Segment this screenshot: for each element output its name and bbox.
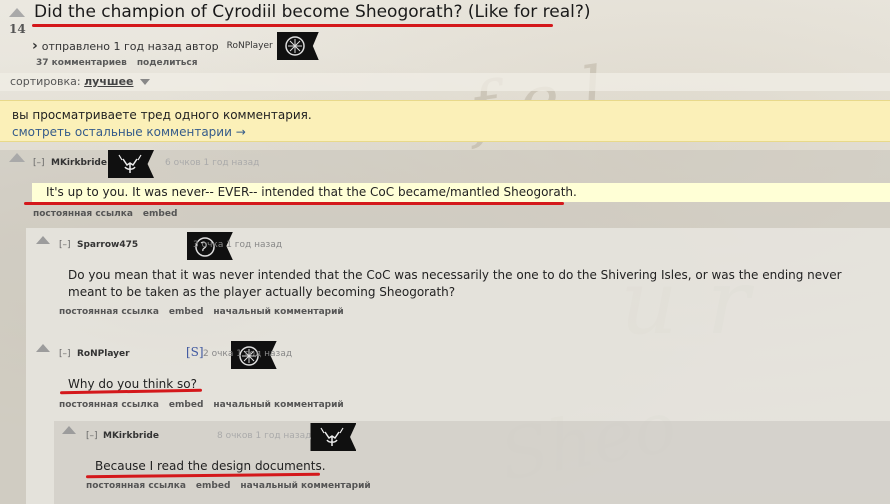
permalink[interactable]: постоянная ссылка xyxy=(33,209,133,219)
comment-author[interactable]: MKirkbride xyxy=(51,158,107,168)
author-flair-icon xyxy=(310,423,357,451)
embed-link[interactable]: embed xyxy=(169,307,203,317)
collapse-toggle[interactable]: [–] xyxy=(33,158,45,168)
red-underline xyxy=(32,24,553,27)
collapse-toggle[interactable]: [–] xyxy=(59,240,71,250)
expand-chevron-icon[interactable]: › xyxy=(32,38,38,54)
parent-comment-link[interactable]: начальный комментарий xyxy=(240,481,370,491)
post-score: 14 xyxy=(9,22,26,36)
comment-meta: 3 очка 1 год назад xyxy=(193,240,283,250)
comment-author[interactable]: MKirkbride xyxy=(103,431,159,441)
upvote-arrow-icon[interactable] xyxy=(9,8,25,17)
parent-comment-link[interactable]: начальный комментарий xyxy=(213,307,343,317)
post-author[interactable]: RoNPlayer xyxy=(227,41,273,51)
post-tagline: › отправлено 1 год назад автор RoNPlayer xyxy=(32,32,319,60)
permalink[interactable]: постоянная ссылка xyxy=(59,307,159,317)
submitter-tag[interactable]: [S] xyxy=(186,345,204,359)
red-underline xyxy=(24,202,564,205)
author-flair-icon xyxy=(276,32,319,60)
view-all-comments-link[interactable]: смотреть остальные комментарии → xyxy=(12,125,246,139)
permalink[interactable]: постоянная ссылка xyxy=(59,400,159,410)
upvote-arrow-icon[interactable] xyxy=(36,344,50,352)
upvote-arrow-icon[interactable] xyxy=(36,236,50,244)
comment-author[interactable]: Sparrow475 xyxy=(77,240,138,250)
collapse-toggle[interactable]: [–] xyxy=(86,431,98,441)
comment-body: It's up to you. It was never-- EVER-- in… xyxy=(46,185,577,199)
sort-bar: сортировка: лучшее xyxy=(0,73,890,91)
permalink[interactable]: постоянная ссылка xyxy=(86,481,186,491)
notice-text: вы просматриваете тред одного комментари… xyxy=(12,108,312,122)
comment-meta: 6 очков 1 год назад xyxy=(165,158,260,168)
submitted-text: отправлено 1 год назад автор xyxy=(41,39,219,53)
upvote-arrow-icon[interactable] xyxy=(62,426,76,434)
collapse-toggle[interactable]: [–] xyxy=(59,349,71,359)
embed-link[interactable]: embed xyxy=(143,209,177,219)
post-links: 37 комментариев поделиться xyxy=(36,58,198,68)
embed-link[interactable]: embed xyxy=(196,481,230,491)
share-link[interactable]: поделиться xyxy=(137,58,198,68)
upvote-arrow-icon[interactable] xyxy=(9,153,25,162)
comment-meta: 2 очка 1 год назад xyxy=(203,349,293,359)
embed-link[interactable]: embed xyxy=(169,400,203,410)
comment-links: постоянная ссылка embed начальный коммен… xyxy=(59,307,344,317)
author-flair-icon xyxy=(108,150,154,178)
sort-label: сортировка: xyxy=(10,75,81,88)
comment-author[interactable]: RoNPlayer xyxy=(77,349,130,359)
parent-comment-link[interactable]: начальный комментарий xyxy=(213,400,343,410)
comment-links: постоянная ссылка embed xyxy=(33,209,177,219)
comment-links: постоянная ссылка embed начальный коммен… xyxy=(86,481,371,491)
comment-body-line: Do you mean that it was never intended t… xyxy=(68,268,842,282)
single-thread-notice: вы просматриваете тред одного комментари… xyxy=(0,100,890,142)
comment-links: постоянная ссылка embed начальный коммен… xyxy=(59,400,344,410)
dropdown-arrow-icon[interactable] xyxy=(140,79,150,85)
post-title[interactable]: Did the champion of Cyrodiil become Sheo… xyxy=(34,2,591,22)
comment-body-line: meant to be taken as the player actually… xyxy=(68,285,456,299)
sort-dropdown[interactable]: лучшее xyxy=(84,75,133,88)
comments-link[interactable]: 37 комментариев xyxy=(36,58,127,68)
comment-meta: 8 очков 1 год назад xyxy=(217,431,312,441)
